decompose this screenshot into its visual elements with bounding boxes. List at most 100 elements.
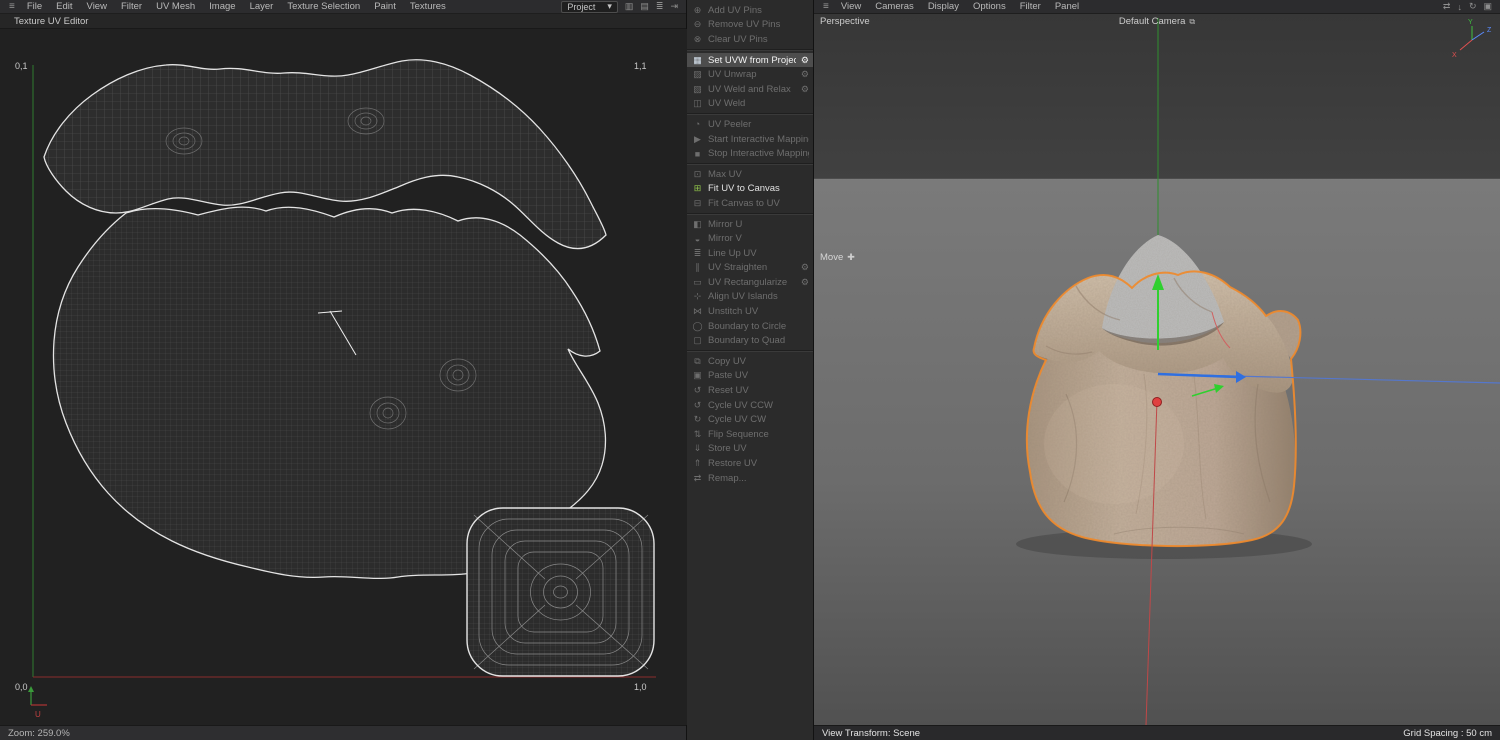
store-icon: ⇓ bbox=[692, 443, 703, 454]
uv-command-fit-canvas-to-uv[interactable]: ⊟Fit Canvas to UV bbox=[687, 196, 813, 211]
gear-icon[interactable]: ⚙ bbox=[801, 55, 809, 66]
vp-menu-view[interactable]: View bbox=[834, 1, 868, 12]
vp-menu-display[interactable]: Display bbox=[921, 1, 966, 12]
uv-command-label: Restore UV bbox=[708, 458, 809, 469]
uv-command-boundary-to-circle[interactable]: ◯Boundary to Circle bbox=[687, 319, 813, 334]
uv-corner-label-bottom-left: 0,0 bbox=[15, 682, 28, 692]
uv-command-start-interactive-mapping[interactable]: ▶Start Interactive Mapping bbox=[687, 132, 813, 147]
uv-command-remove-uv-pins[interactable]: ⊖Remove UV Pins bbox=[687, 18, 813, 33]
layers-icon[interactable]: ▤ bbox=[640, 1, 649, 12]
peeler-icon: ◔ bbox=[692, 119, 703, 129]
menu-image[interactable]: Image bbox=[202, 1, 242, 12]
uv-command-flip-sequence[interactable]: ⇅Flip Sequence bbox=[687, 427, 813, 442]
uv-command-store-uv[interactable]: ⇓Store UV bbox=[687, 442, 813, 457]
uv-command-list: ⊕Add UV Pins⊖Remove UV Pins⊗Clear UV Pin… bbox=[687, 3, 813, 485]
texture-uv-editor-panel: ≡ FileEditViewFilterUV MeshImageLayerTex… bbox=[0, 0, 687, 740]
hamburger-menu-icon[interactable]: ≡ bbox=[818, 1, 834, 12]
uv-command-reset-uv[interactable]: ↺Reset UV bbox=[687, 383, 813, 398]
camera-selector[interactable]: Default Camera ⧉ bbox=[1119, 16, 1195, 27]
uv-command-uv-rectangularize[interactable]: ▭UV Rectangularize⚙ bbox=[687, 275, 813, 290]
uv-canvas[interactable]: 0,1 1,1 0,0 1,0 U bbox=[0, 29, 686, 725]
menu-layer[interactable]: Layer bbox=[243, 1, 281, 12]
menu-paint[interactable]: Paint bbox=[367, 1, 403, 12]
uv-command-align-uv-islands[interactable]: ⊹Align UV Islands bbox=[687, 290, 813, 305]
uv-command-uv-unwrap[interactable]: ▨UV Unwrap⚙ bbox=[687, 67, 813, 82]
uv-command-mirror-v[interactable]: ◒Mirror V bbox=[687, 231, 813, 246]
uv-command-label: Remap... bbox=[708, 473, 809, 484]
viewport-statusbar: View Transform: Scene Grid Spacing : 50 … bbox=[814, 725, 1500, 740]
uv-axis-u-label: U bbox=[35, 710, 41, 719]
menu-textures[interactable]: Textures bbox=[403, 1, 453, 12]
uv-commands-menu: ⊕Add UV Pins⊖Remove UV Pins⊗Clear UV Pin… bbox=[687, 0, 814, 740]
uv-command-boundary-to-quad[interactable]: ▢Boundary to Quad bbox=[687, 333, 813, 348]
uv-command-label: Mirror U bbox=[708, 219, 809, 230]
gear-icon[interactable]: ⚙ bbox=[801, 84, 809, 95]
gear-icon[interactable]: ⚙ bbox=[801, 277, 809, 288]
swap-icon[interactable]: ⇄ bbox=[1443, 1, 1451, 12]
refresh-icon[interactable]: ↻ bbox=[1469, 1, 1477, 12]
project-dropdown[interactable]: Project ▾ bbox=[561, 1, 618, 13]
cycle-cw-icon: ↻ bbox=[692, 414, 703, 425]
uv-command-set-uvw-from-projection[interactable]: ▦Set UVW from Projection⚙ bbox=[687, 53, 813, 68]
uv-command-paste-uv[interactable]: ▣Paste UV bbox=[687, 369, 813, 384]
uv-command-line-up-uv[interactable]: ≣Line Up UV bbox=[687, 246, 813, 261]
uv-command-uv-weld[interactable]: ◫UV Weld bbox=[687, 97, 813, 112]
vp-menu-filter[interactable]: Filter bbox=[1013, 1, 1048, 12]
uv-command-label: Align UV Islands bbox=[708, 291, 809, 302]
camera-switch-icon[interactable]: ⧉ bbox=[1189, 17, 1195, 27]
vp-menu-panel[interactable]: Panel bbox=[1048, 1, 1086, 12]
fit-uv-icon: ⊞ bbox=[692, 183, 703, 194]
uv-command-cycle-uv-cw[interactable]: ↻Cycle UV CW bbox=[687, 412, 813, 427]
uv-command-unstitch-uv[interactable]: ⋈Unstitch UV bbox=[687, 304, 813, 319]
list-icon[interactable]: ≣ bbox=[656, 1, 664, 12]
menu-view[interactable]: View bbox=[80, 1, 114, 12]
active-tool-label: Move ✚ bbox=[820, 252, 855, 263]
uv-command-clear-uv-pins[interactable]: ⊗Clear UV Pins bbox=[687, 32, 813, 47]
histogram-icon[interactable]: ▥ bbox=[625, 1, 634, 12]
uv-command-stop-interactive-mapping[interactable]: ■Stop Interactive Mapping bbox=[687, 146, 813, 161]
menu-file[interactable]: File bbox=[20, 1, 49, 12]
gear-icon[interactable]: ⚙ bbox=[801, 262, 809, 273]
axis-z-label: Z bbox=[1487, 27, 1492, 34]
grid-spacing-status: Grid Spacing : 50 cm bbox=[1403, 728, 1492, 739]
uv-command-mirror-u[interactable]: ◧Mirror U bbox=[687, 217, 813, 232]
viewport-3d[interactable]: Y Z X Perspective Default Camera ⧉ Move … bbox=[814, 14, 1500, 725]
move-cross-icon: ✚ bbox=[847, 252, 855, 263]
dock-icon[interactable]: ⇥ bbox=[670, 1, 678, 12]
uv-command-uv-peeler[interactable]: ◔UV Peeler bbox=[687, 117, 813, 132]
tool-name: Move bbox=[820, 252, 843, 263]
menu-separator bbox=[687, 213, 813, 215]
uv-command-add-uv-pins[interactable]: ⊕Add UV Pins bbox=[687, 3, 813, 18]
uv-island-bottom[interactable] bbox=[467, 508, 654, 676]
uv-command-label: UV Straighten bbox=[708, 262, 796, 273]
viewport-menu-items: ViewCamerasDisplayOptionsFilterPanel bbox=[834, 1, 1086, 12]
panel-layout-icon[interactable]: ▣ bbox=[1483, 1, 1492, 12]
uv-editor-menubar-right: Project ▾ ▥ ▤ ≣ ⇥ bbox=[561, 1, 682, 13]
vp-menu-options[interactable]: Options bbox=[966, 1, 1013, 12]
arrow-down-icon[interactable]: ↓ bbox=[1457, 2, 1462, 12]
uv-command-label: Max UV bbox=[708, 169, 809, 180]
menu-texture-selection[interactable]: Texture Selection bbox=[280, 1, 367, 12]
vp-menu-cameras[interactable]: Cameras bbox=[868, 1, 921, 12]
menu-filter[interactable]: Filter bbox=[114, 1, 149, 12]
uv-corner-label-top-left: 0,1 bbox=[15, 61, 28, 71]
uv-command-uv-weld-and-relax[interactable]: ▧UV Weld and Relax⚙ bbox=[687, 82, 813, 97]
uv-command-max-uv[interactable]: ⊡Max UV bbox=[687, 167, 813, 182]
gear-icon[interactable]: ⚙ bbox=[801, 69, 809, 80]
hamburger-menu-icon[interactable]: ≡ bbox=[4, 1, 20, 12]
uv-command-restore-uv[interactable]: ⇑Restore UV bbox=[687, 456, 813, 471]
menu-edit[interactable]: Edit bbox=[49, 1, 79, 12]
weld-icon: ◫ bbox=[692, 98, 703, 109]
fit-canvas-icon: ⊟ bbox=[692, 198, 703, 209]
uv-command-remap[interactable]: ⇄Remap... bbox=[687, 471, 813, 486]
view-name-label[interactable]: Perspective bbox=[820, 16, 870, 27]
uv-command-fit-uv-to-canvas[interactable]: ⊞Fit UV to Canvas bbox=[687, 182, 813, 197]
gizmo-origin-dot[interactable] bbox=[1153, 398, 1162, 407]
uv-command-cycle-uv-ccw[interactable]: ↺Cycle UV CCW bbox=[687, 398, 813, 413]
viewport-sky bbox=[814, 14, 1500, 179]
uv-command-copy-uv[interactable]: ⧉Copy UV bbox=[687, 354, 813, 369]
sack-highlight bbox=[1044, 384, 1184, 504]
uv-command-uv-straighten[interactable]: ∥UV Straighten⚙ bbox=[687, 261, 813, 276]
menu-uv-mesh[interactable]: UV Mesh bbox=[149, 1, 202, 12]
uv-command-label: UV Weld and Relax bbox=[708, 84, 796, 95]
